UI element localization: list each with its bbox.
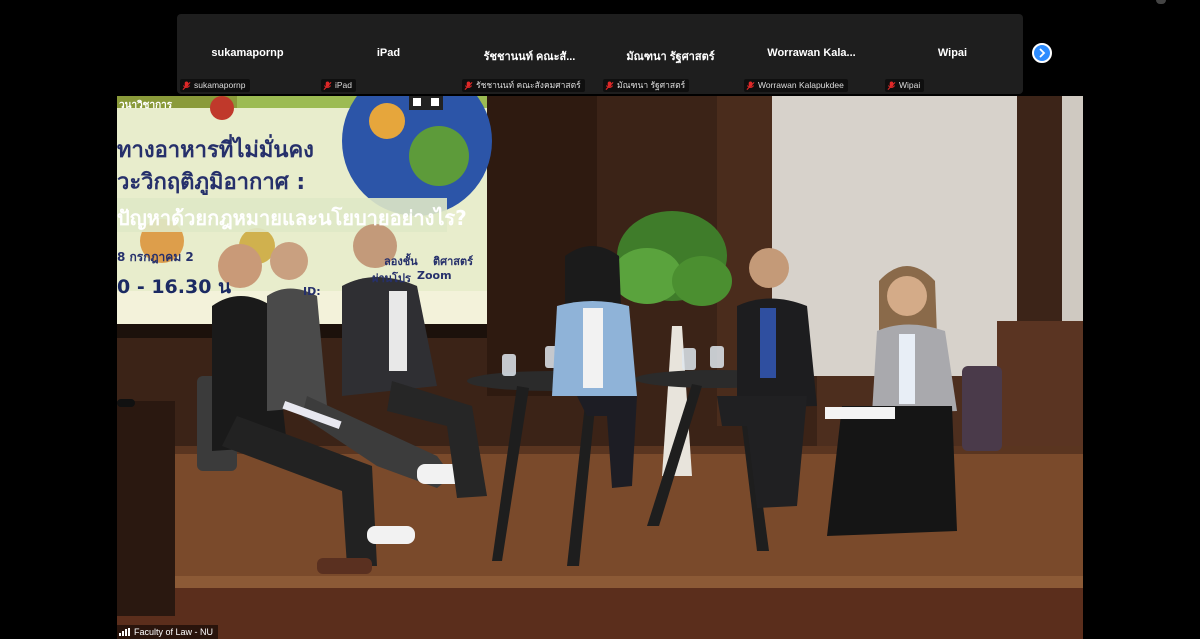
slide-header-text: วนาวิชาการ bbox=[119, 100, 173, 111]
participant-label-text: sukamapornp bbox=[194, 80, 246, 90]
slide-via-text: ผ่านโปร bbox=[372, 272, 411, 285]
mic-muted-icon bbox=[746, 81, 755, 90]
slide-faculty-text: ติศาสตร์ bbox=[433, 255, 474, 268]
participant-display-name: มัณฑนา รัฐศาสตร์ bbox=[626, 51, 715, 63]
speaker-name-label: Faculty of Law - NU bbox=[117, 625, 219, 639]
mic-muted-icon bbox=[323, 81, 332, 90]
participant-label-text: มัณฑนา รัฐศาสตร์ bbox=[617, 80, 686, 90]
window-edge-marker bbox=[1156, 0, 1166, 4]
participant-tile[interactable]: รัชชานนท์ คณะสั... รัชชานนท์ คณะสังคมศาส… bbox=[459, 14, 600, 94]
slide-date-text: 8 กรกฎาคม 2 bbox=[117, 250, 194, 264]
participant-display-name: รัชชานนท์ คณะสั... bbox=[483, 51, 576, 63]
participant-display-name: Wipai bbox=[937, 47, 968, 59]
participant-tile[interactable]: iPad iPad bbox=[318, 14, 459, 94]
chevron-right-icon bbox=[1039, 48, 1046, 58]
next-participants-button[interactable] bbox=[1032, 43, 1052, 63]
participant-display-name: Worrawan Kala... bbox=[767, 47, 856, 59]
participant-tile[interactable]: sukamapornp sukamapornp bbox=[177, 14, 318, 94]
participant-tile[interactable]: Worrawan Kala... Worrawan Kalapukdee bbox=[741, 14, 882, 94]
participant-label-text: รัชชานนท์ คณะสังคมศาสตร์ bbox=[476, 80, 581, 90]
slide-title-line1: ทางอาหารที่ไม่มั่นคง bbox=[117, 138, 314, 163]
participant-display-name: sukamapornp bbox=[211, 47, 284, 59]
participant-display-name: iPad bbox=[376, 47, 401, 59]
slide-room-text: ลองชั้น bbox=[384, 255, 418, 268]
participant-name-label: iPad bbox=[321, 79, 357, 92]
participant-tile[interactable]: มัณฑนา รัฐศาสตร์ มัณฑนา รัฐศาสตร์ bbox=[600, 14, 741, 94]
participant-strip: sukamapornp sukamapornp iPad iPad รัชชาน… bbox=[177, 14, 1023, 94]
participant-label-text: Worrawan Kalapukdee bbox=[758, 80, 844, 90]
participant-name-label: Worrawan Kalapukdee bbox=[744, 79, 848, 92]
mic-muted-icon bbox=[182, 81, 191, 90]
mic-muted-icon bbox=[887, 81, 896, 90]
participant-label-text: iPad bbox=[335, 80, 353, 90]
participant-name-label: มัณฑนา รัฐศาสตร์ bbox=[603, 79, 690, 92]
participant-label-text: Wipai bbox=[899, 80, 921, 90]
main-video[interactable]: วนาวิชาการ ทางอาหารที่ไม่มั่นคง วะวิกฤติ… bbox=[117, 96, 1083, 639]
mic-muted-icon bbox=[605, 81, 614, 90]
participant-name-label: รัชชานนท์ คณะสังคมศาสตร์ bbox=[462, 79, 585, 92]
participant-name-label: sukamapornp bbox=[180, 79, 250, 92]
mic-muted-icon bbox=[464, 81, 473, 90]
slide-zoom-text: Zoom bbox=[417, 269, 452, 282]
slide-title-line3: ปัญหาด้วยกฎหมายและนโยบายอย่างไร? bbox=[117, 206, 467, 230]
participant-name-label: Wipai bbox=[885, 79, 925, 92]
slide-time-text: 0 - 16.30 น bbox=[117, 276, 232, 298]
speaker-name-text: Faculty of Law - NU bbox=[134, 627, 214, 637]
slide-title-line2: วะวิกฤติภูมิอากาศ : bbox=[117, 170, 306, 195]
slide-id-text: ID: bbox=[303, 285, 321, 298]
signal-bars-icon bbox=[119, 628, 130, 636]
participant-tile[interactable]: Wipai Wipai bbox=[882, 14, 1023, 94]
